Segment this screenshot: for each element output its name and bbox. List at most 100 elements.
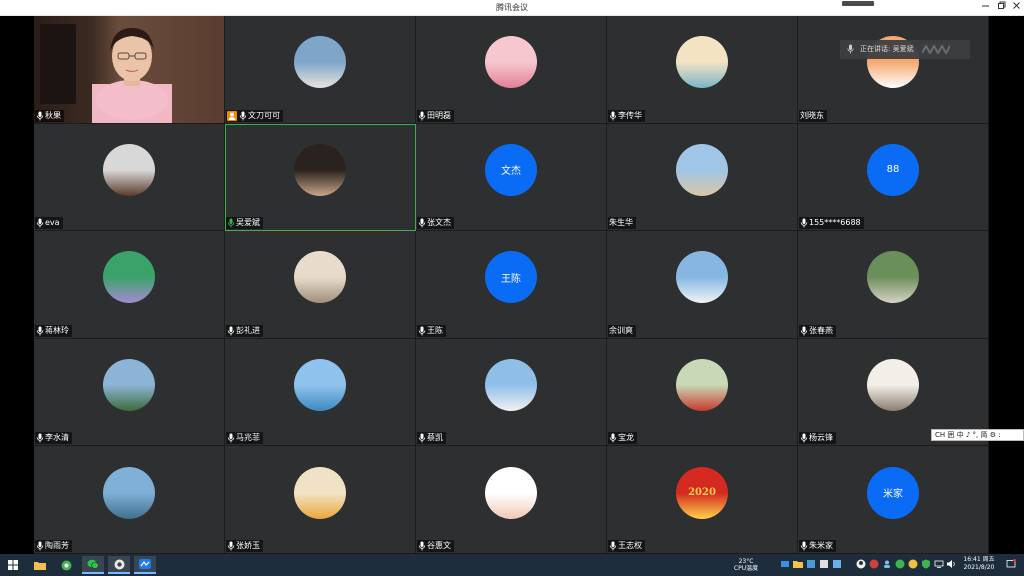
participant-avatar: 文杰 [485,143,537,196]
participant-tile[interactable]: 马兆菲 [225,338,416,447]
participant-name: 田明磊 [427,110,451,120]
avatar-initials: 88 [886,164,900,176]
participant-tile[interactable]: 李传华 [607,16,798,124]
tray-app-icon-2[interactable] [806,559,816,569]
tray-app-icon-1[interactable] [780,559,790,569]
participant-tile[interactable]: 蔡凯 [416,338,607,447]
participant-name: 宝龙 [618,433,634,443]
participant-nameplate: 宝龙 [608,432,637,445]
volume-icon[interactable] [946,559,956,569]
participant-name: 秋果 [45,110,61,120]
avatar-initials: 文杰 [501,166,521,178]
tray-folder-icon[interactable] [793,559,803,569]
participant-tile[interactable]: 吴爱斌 [225,123,416,232]
microphone-icon [239,111,247,121]
start-button[interactable] [4,556,22,574]
participant-nameplate: 朱米家 [799,539,836,552]
participant-nameplate: 李水清 [35,432,72,445]
speaking-banner: 正在讲话: 吴爱斌 [840,40,970,59]
tray-qq-icon[interactable] [856,559,866,569]
participant-tile[interactable]: 彭礼进 [225,231,416,339]
network-icon[interactable] [934,559,944,569]
tray-people-icon[interactable] [882,559,892,569]
tray-app-icon-6[interactable] [908,559,918,569]
folder-icon [34,562,46,570]
cpu-temp-widget[interactable]: 23°C CPU温度 [728,558,764,572]
participant-name: 蒋林玲 [45,325,69,335]
participant-nameplate: 王陈 [417,324,446,337]
participant-tile[interactable]: 宝龙 [607,338,798,447]
participant-tile[interactable]: 蒋林玲 [34,231,225,339]
participant-nameplate: 彭礼进 [226,324,263,337]
microphone-icon [800,218,808,228]
participant-tile[interactable]: 秋果 [34,16,225,124]
taskbar-browser[interactable] [56,556,76,574]
participant-name: 李传华 [618,110,642,120]
microphone-icon [227,218,235,228]
system-clock[interactable]: 16:41 周五 2021/8/20 [956,556,1002,572]
avatar-initials: 王陈 [501,273,521,285]
participant-name: 王陈 [427,325,443,335]
video-background-shelf [40,24,76,104]
participant-tile[interactable]: 刘晓东 [798,16,989,124]
participant-tile[interactable]: 88 155****6688 [798,123,989,232]
participant-tile[interactable]: 田明磊 [416,16,607,124]
participant-name: 吴爱斌 [236,218,260,228]
participant-tile[interactable]: 米家朱米家 [798,446,989,554]
microphone-icon [418,111,426,121]
avatar-caption: 2020 [688,487,716,499]
tray-app-icon-5[interactable] [869,559,879,569]
participant-video-person [92,28,172,123]
participant-tile[interactable]: eva [34,123,225,232]
taskbar-file-explorer[interactable] [30,556,50,574]
taskbar-wechat[interactable] [82,556,104,574]
participant-name: 155****6688 [809,218,861,228]
participant-nameplate: 王志权 [608,539,645,552]
participant-tile[interactable]: 李水清 [34,338,225,447]
participant-name: eva [45,218,60,228]
tray-app-icon-4[interactable] [832,559,842,569]
participant-tile[interactable]: 谷惠文 [416,446,607,554]
participant-tile[interactable]: 王陈 王陈 [416,231,607,339]
participant-nameplate: 155****6688 [799,217,864,230]
participant-nameplate: 张文杰 [417,217,454,230]
participant-name: 陶雨芳 [45,540,69,550]
audio-wave-icon [922,45,950,54]
participant-tile[interactable]: 朱生华 [607,123,798,232]
participant-nameplate: 杨云锋 [799,432,836,445]
tray-security-icon[interactable] [895,559,905,569]
close-button[interactable] [1007,0,1024,16]
cpu-temp-label: CPU温度 [733,565,759,572]
clock-time: 16:41 周五 [963,556,995,563]
microphone-icon [418,541,426,551]
participant-nameplate: 余训爽 [608,324,636,337]
microphone-icon [418,218,426,228]
taskbar-tencent-meeting[interactable] [134,556,156,574]
microphone-icon [418,326,426,336]
taskbar-media-player[interactable] [108,556,130,574]
tray-shield-icon[interactable] [921,559,931,569]
participant-avatar: 米家 [867,466,919,519]
microphone-icon [800,541,808,551]
left-margin [0,16,34,554]
participant-tile[interactable]: 文刀可可 [225,16,416,124]
media-player-icon [114,559,124,569]
participant-avatar [294,466,346,519]
ime-toolbar[interactable]: CH 囲 中 ♪ °, 简 ⚙ : [931,429,1024,441]
title-bar-indicator [842,1,874,6]
participant-tile[interactable]: 张娇玉 [225,446,416,554]
notification-icon[interactable] [1006,559,1016,569]
participant-nameplate: 陶雨芳 [35,539,72,552]
microphone-icon [609,111,617,121]
participant-tile[interactable]: 陶雨芳 [34,446,225,554]
participant-tile[interactable]: 余训爽 [607,231,798,339]
participant-tile[interactable]: 张春燕 [798,231,989,339]
participant-tile[interactable]: 文杰张文杰 [416,123,607,232]
taskbar: 23°C CPU温度 16:41 周五 2021/8/20 [0,554,1024,576]
participant-nameplate: 文刀可可 [226,109,283,122]
participant-avatar [867,251,919,304]
participant-tile[interactable]: 2020 王志权 [607,446,798,554]
tray-app-icon-3[interactable] [819,559,829,569]
participant-nameplate: 李传华 [608,109,645,122]
browser-icon [61,560,71,570]
